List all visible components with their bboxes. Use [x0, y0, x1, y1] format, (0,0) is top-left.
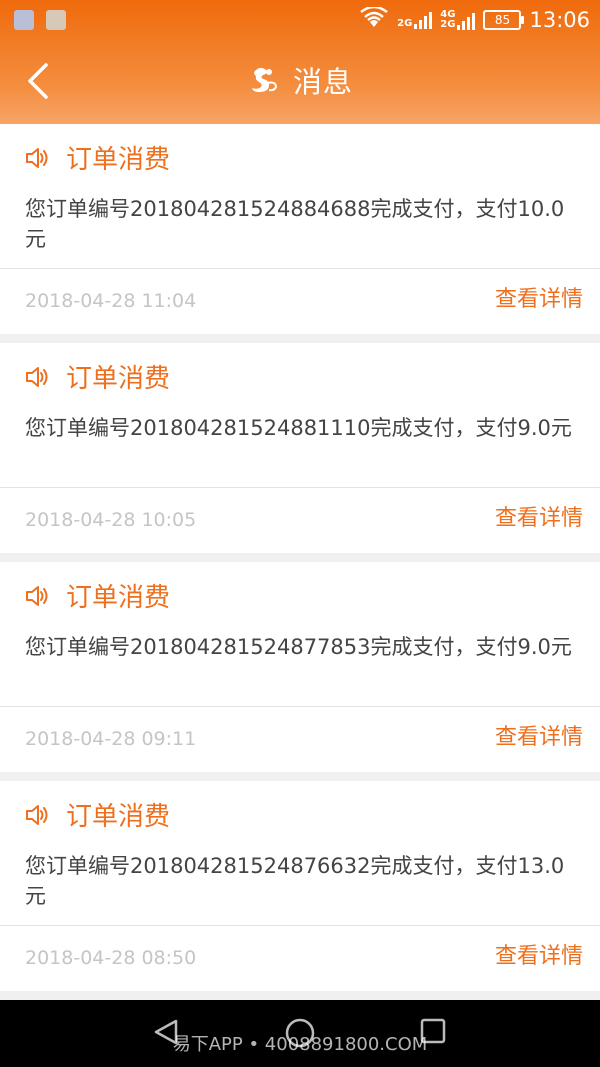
divider [0, 268, 600, 269]
message-header: 订单消费 [24, 361, 170, 397]
message-card: 订单消费 您订单编号201804281524876632完成支付，支付13.0元… [0, 781, 600, 991]
view-details-link[interactable]: 查看详情 [495, 504, 583, 534]
divider [0, 925, 600, 926]
page-title: 消息 [292, 65, 353, 99]
battery-level: 85 [494, 13, 511, 27]
heart-app-icon [14, 10, 34, 30]
divider [0, 706, 600, 707]
message-time: 2018-04-28 08:50 [25, 947, 197, 969]
signal-2g-lower-label: 2G [440, 19, 456, 30]
wifi-icon [359, 5, 389, 34]
view-details-link[interactable]: 查看详情 [495, 285, 583, 315]
speaker-icon [24, 364, 50, 394]
message-header: 订单消费 [24, 799, 170, 835]
battery-icon: 85 [483, 10, 525, 30]
message-header: 订单消费 [24, 142, 170, 178]
message-type: 订单消费 [66, 583, 171, 613]
signal-4g: 4G 2G [440, 10, 476, 30]
message-header: 订单消费 [24, 580, 170, 616]
view-details-link[interactable]: 查看详情 [495, 723, 583, 753]
divider [0, 487, 600, 488]
message-time: 2018-04-28 10:05 [25, 509, 197, 531]
message-body: 您订单编号201804281524884688完成支付，支付10.0元 [25, 197, 565, 251]
signal-icon [457, 12, 476, 30]
message-time: 2018-04-28 09:11 [25, 728, 197, 750]
view-details-link[interactable]: 查看详情 [495, 942, 583, 972]
message-type: 订单消费 [66, 145, 171, 175]
message-card: 订单消费 您订单编号201804281524881110完成支付，支付9.0元 … [0, 343, 600, 553]
speaker-icon [24, 802, 50, 832]
signal-2g: 2G [397, 11, 433, 29]
message-type: 订单消费 [66, 364, 171, 394]
signal-icon [414, 11, 433, 29]
message-time: 2018-04-28 11:04 [25, 290, 197, 312]
system-nav-bar: 易下APP • 4008891800.COM [0, 1000, 600, 1067]
status-bar: 2G 4G 2G 85 13:06 [0, 0, 600, 42]
speaker-icon [24, 583, 50, 613]
message-card: 订单消费 您订单编号201804281524884688完成支付，支付10.0元… [0, 124, 600, 334]
gallery-app-icon [46, 10, 66, 30]
dragon-logo-icon [247, 63, 281, 101]
message-body: 您订单编号201804281524877853完成支付，支付9.0元 [25, 635, 572, 659]
app-header: 2G 4G 2G 85 13:06 消息 [0, 0, 600, 124]
watermark: 易下APP • 4008891800.COM [172, 1034, 428, 1055]
header-title-group: 消息 [0, 62, 600, 102]
signal-2g-label: 2G [397, 18, 413, 29]
message-card: 订单消费 您订单编号201804281524877853完成支付，支付9.0元 … [0, 562, 600, 772]
message-list: 订单消费 您订单编号201804281524884688完成支付，支付10.0元… [0, 124, 600, 1010]
speaker-icon [24, 145, 50, 175]
clock: 13:06 [529, 8, 590, 32]
message-type: 订单消费 [66, 802, 171, 832]
status-right: 2G 4G 2G 85 13:06 [359, 5, 590, 34]
message-body: 您订单编号201804281524881110完成支付，支付9.0元 [25, 416, 572, 440]
message-body: 您订单编号201804281524876632完成支付，支付13.0元 [25, 854, 565, 908]
